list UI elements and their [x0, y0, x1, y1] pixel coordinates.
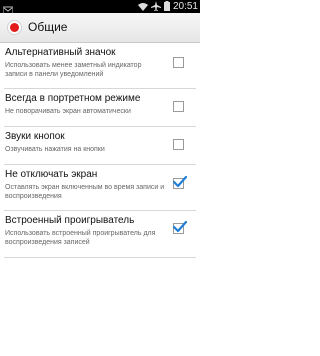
keep-screen-on-checkbox[interactable]: [173, 176, 187, 189]
builtin-player-checkbox[interactable]: [173, 221, 187, 234]
setting-summary: Не поворачивать экран автоматически: [5, 108, 131, 115]
checkmark-icon: [173, 221, 187, 233]
setting-portrait-mode[interactable]: Всегда в портретном режиме Не поворачива…: [0, 89, 200, 126]
alt-icon-checkbox[interactable]: [173, 57, 184, 68]
page-title: Общие: [28, 20, 68, 34]
setting-summary: Использовать встроенный проигрыватель дл…: [5, 230, 156, 246]
clock-time: 20:51: [172, 1, 198, 12]
setting-summary: Оставлять экран включенным во время запи…: [5, 184, 165, 200]
setting-title: Звуки кнопок: [5, 131, 65, 142]
status-bar: 20:51: [0, 0, 200, 15]
setting-alt-icon[interactable]: Альтернативный значок Использовать менее…: [0, 43, 200, 88]
action-bar: Общие: [0, 13, 200, 43]
setting-builtin-player[interactable]: Встроенный проигрыватель Использовать вс…: [0, 211, 200, 257]
checkmark-icon: [173, 176, 187, 188]
portrait-mode-checkbox[interactable]: [173, 101, 184, 112]
setting-keep-screen-on[interactable]: Не отключать экран Оставлять экран включ…: [0, 165, 200, 210]
app-record-icon[interactable]: [7, 20, 22, 35]
button-sounds-checkbox[interactable]: [173, 139, 184, 150]
setting-button-sounds[interactable]: Звуки кнопок Озвучивать нажатия на кнопк…: [0, 127, 200, 164]
setting-title: Всегда в портретном режиме: [5, 93, 141, 104]
setting-title: Альтернативный значок: [5, 47, 116, 58]
settings-list: Альтернативный значок Использовать менее…: [0, 43, 200, 258]
setting-summary: Использовать менее заметный индикатор за…: [5, 62, 142, 78]
setting-title: Не отключать экран: [5, 169, 98, 180]
setting-title: Встроенный проигрыватель: [5, 215, 135, 226]
divider: [4, 257, 196, 258]
setting-summary: Озвучивать нажатия на кнопки: [5, 146, 105, 153]
